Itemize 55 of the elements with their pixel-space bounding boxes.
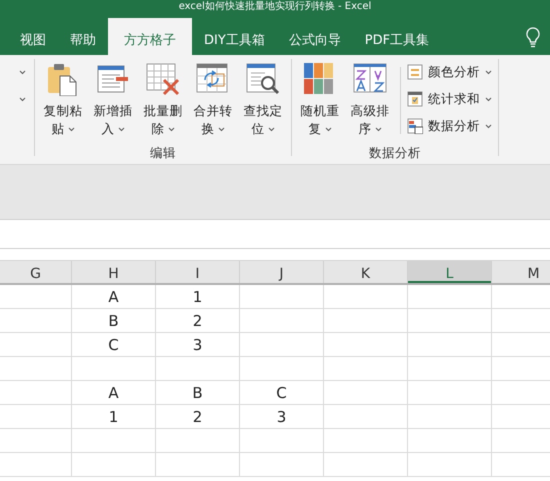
ribbon-button[interactable]: 数据分析 [407,115,494,137]
caret-icon [324,127,332,132]
ribbon-button[interactable]: 查找定位 [239,55,287,144]
table-cell: A [108,288,119,306]
caret-icon [19,97,26,102]
caret-icon [268,127,274,132]
table-cell: 2 [192,312,202,330]
ribbon-button[interactable]: 复制粘贴 [39,55,87,144]
caret-icon [68,127,74,132]
column-header[interactable]: G [0,261,72,283]
ribbon-tab[interactable]: 方方格子 [108,18,192,55]
magnifier-icon [246,62,280,96]
caret-icon [485,96,492,102]
ribbon-tab[interactable]: PDF工具集 [352,18,442,55]
clipboard-check-icon [407,91,423,107]
ribbon-tab[interactable]: DIY工具箱 [192,18,277,55]
grid-cross-icon [146,62,180,96]
caret-icon [19,70,26,75]
table-cell: C [276,384,287,402]
ribbon-button[interactable]: 随机重复 [296,55,344,144]
table-cell: 1 [192,288,202,306]
caret-icon [218,127,224,132]
window-title: excel如何快速批量地实现行列转换 - Excel [178,1,372,13]
ribbon-button[interactable]: 高级排序 [346,55,394,144]
bar-table-icon [407,118,423,134]
ribbon-button[interactable]: 批量删除 [139,55,187,144]
color-table-icon [407,64,423,80]
ribbon-tab[interactable]: 视图 [8,18,58,55]
caret-icon [485,70,492,74]
table-cell: 3 [192,336,202,354]
ribbon-tab[interactable]: 帮助 [58,18,108,55]
table-cell: B [108,312,119,330]
ribbon-button[interactable]: 颜色分析 [407,61,494,83]
group-label: 编辑 [149,144,177,162]
table-cell: C [108,336,119,354]
column-header[interactable]: I [156,261,240,283]
table-cell: A [108,384,119,402]
lightbulb-icon [526,26,540,48]
caret-icon [118,127,124,132]
table-cell: 1 [108,408,118,426]
column-header[interactable]: L [408,261,492,283]
table-cell: 2 [192,408,202,426]
ribbon-button[interactable]: 统计求和 [407,88,494,110]
table-cell: B [192,384,203,402]
column-header[interactable]: H [72,261,156,283]
column-header[interactable]: J [240,261,324,283]
caret-icon [485,124,492,128]
caret-icon [168,127,174,132]
caret-icon [374,127,382,132]
table-cell: 3 [276,408,286,426]
ribbon-button[interactable]: 新增插入 [89,55,137,144]
ribbon-button[interactable]: 合并转换 [189,55,237,144]
column-header[interactable]: M [492,261,550,283]
group-label: 数据分析 [368,144,422,162]
ribbon-tab[interactable]: 公式向导 [276,18,353,55]
